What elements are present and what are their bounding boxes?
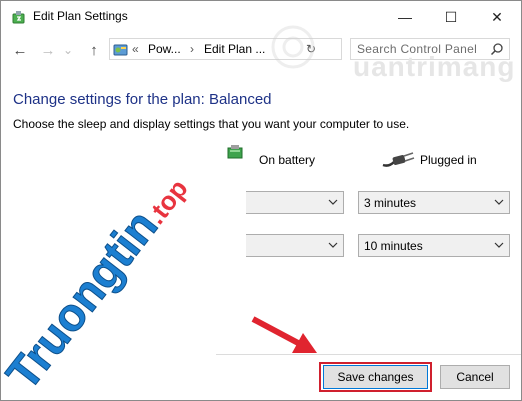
chevron-down-icon: ⌄ [62,43,74,57]
back-arrow-icon: ← [12,41,28,59]
power-plug-icon [382,152,415,167]
save-changes-button[interactable]: Save changes [323,365,428,389]
sleep-plugged-in-dropdown[interactable]: 3 minutes [358,191,510,214]
chevron-down-icon [328,242,338,248]
breadcrumb-separator-icon: › [190,42,194,56]
minimize-icon: — [398,9,412,25]
breadcrumb-overflow[interactable]: « [132,42,139,56]
column-header-on-battery: On battery [259,153,316,167]
back-button[interactable]: ← [9,39,31,61]
minimize-button[interactable]: — [382,1,428,33]
close-icon: ✕ [491,8,503,25]
watermark-text: uantrimang [353,51,516,82]
display-on-battery-dropdown[interactable] [183,234,344,257]
battery-icon [227,145,243,159]
brand-text: Truongtin [1,200,167,399]
maximize-icon: ☐ [444,8,458,25]
forward-button[interactable]: → [37,39,59,61]
page-heading: Change settings for the plan: Balanced [13,91,272,108]
chevron-down-icon [328,199,338,205]
watermark-logo [271,25,315,69]
sleep-on-battery-dropdown[interactable] [183,191,344,214]
close-button[interactable]: ✕ [474,1,520,33]
window-title: Edit Plan Settings [33,9,128,23]
maximize-button[interactable]: ☐ [428,1,474,33]
up-button[interactable]: ↑ [83,39,105,61]
control-panel-icon [113,44,128,56]
breadcrumb-item-power[interactable]: Pow... [148,42,181,56]
chevron-down-icon [494,199,504,205]
up-arrow-icon: ↑ [90,41,98,59]
cancel-button[interactable]: Cancel [440,365,510,389]
chevron-down-icon [494,242,504,248]
footer-divider [1,354,521,355]
recent-locations-button[interactable]: ⌄ [61,39,75,61]
dropdown-value: 3 minutes [364,196,417,210]
page-description: Choose the sleep and display settings th… [13,117,410,131]
title-bar: Edit Plan Settings — ☐ ✕ [1,1,521,33]
column-header-plugged-in: Plugged in [420,153,477,167]
display-plugged-in-dropdown[interactable]: 10 minutes [358,234,510,257]
dropdown-value: 10 minutes [364,239,423,253]
forward-arrow-icon: → [40,41,56,59]
breadcrumb-item-edit-plan[interactable]: Edit Plan ... [204,42,265,56]
edit-plan-settings-window: Edit Plan Settings — ☐ ✕ ← → ⌄ ↑ « Pow..… [0,0,522,401]
power-options-icon [12,11,25,24]
